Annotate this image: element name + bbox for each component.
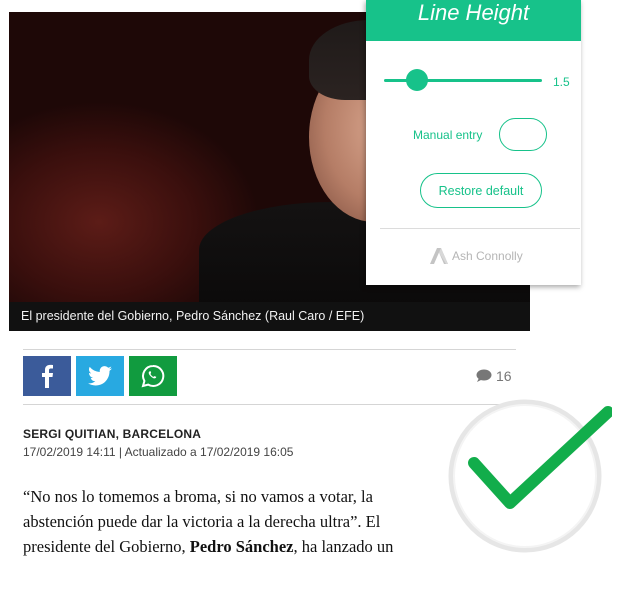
whatsapp-icon (141, 364, 165, 388)
top-strip (0, 0, 366, 12)
divider-top (23, 349, 516, 350)
comments-link[interactable]: 16 (476, 368, 512, 384)
twitter-share-button[interactable] (76, 356, 124, 396)
photo-caption: El presidente del Gobierno, Pedro Sánche… (9, 302, 530, 331)
comments-count: 16 (496, 368, 512, 384)
checkmark-icon (448, 399, 612, 553)
article-body: “No nos lo tomemos a broma, si no vamos … (23, 484, 493, 559)
article-line-2: abstención puede dar la victoria a la de… (23, 512, 381, 531)
article-line-3: presidente del Gobierno, Pedro Sánchez, … (23, 534, 493, 559)
article-author: SERGI QUITIAN, BARCELONA (23, 427, 202, 441)
panel-footer-text: Ash Connolly (452, 249, 523, 263)
article-line-3-name: Pedro Sánchez (189, 537, 294, 556)
panel-divider (380, 228, 580, 229)
article-dates: 17/02/2019 14:11 | Actualizado a 17/02/2… (23, 445, 294, 459)
facebook-icon (42, 364, 53, 388)
comment-bubble-icon (476, 369, 492, 382)
whatsapp-share-button[interactable] (129, 356, 177, 396)
manual-entry-label: Manual entry (413, 128, 483, 142)
article-line-3-end: , ha lanzado un (293, 537, 394, 556)
panel-title: Line Height (417, 0, 530, 25)
restore-default-button[interactable]: Restore default (420, 173, 542, 208)
line-height-panel: Line Height 1.5 Manual entry Restore def… (366, 0, 581, 285)
ash-connolly-logo-icon (430, 248, 448, 264)
twitter-icon (88, 366, 112, 386)
line-height-slider-handle[interactable] (406, 69, 429, 91)
line-height-value: 1.5 (553, 75, 570, 89)
panel-footer[interactable]: Ash Connolly (430, 248, 523, 264)
article-line-1: “No nos lo tomemos a broma, si no vamos … (23, 487, 373, 506)
article-line-3-start: presidente del Gobierno, (23, 537, 190, 556)
facebook-share-button[interactable] (23, 356, 71, 396)
manual-entry-input[interactable] (499, 118, 547, 151)
checkmark-stroke (468, 406, 612, 509)
